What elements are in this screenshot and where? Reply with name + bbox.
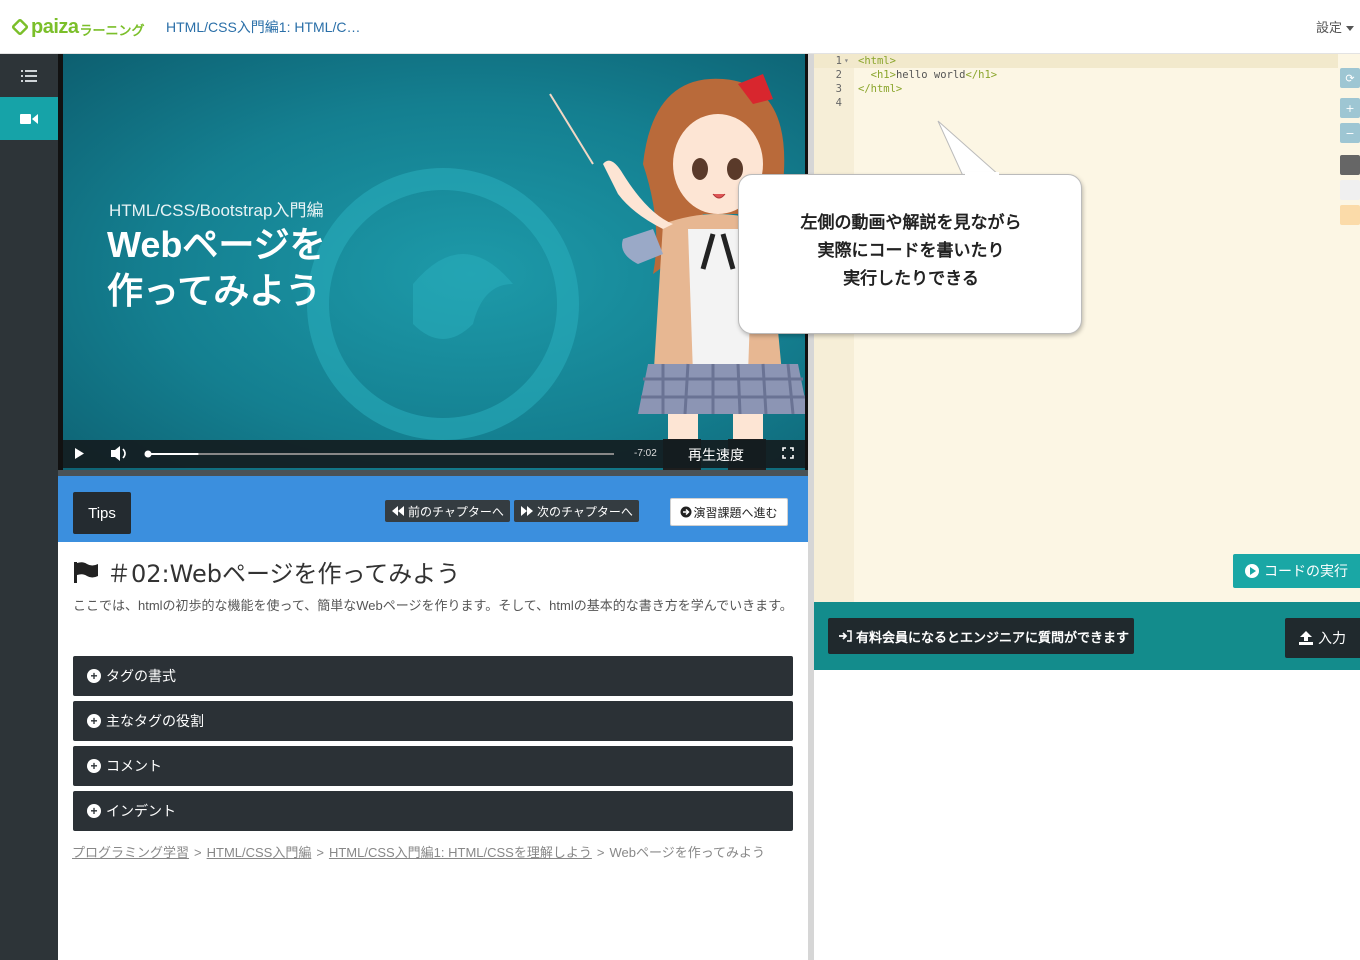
course-title-link[interactable]: HTML/CSS入門編1: HTML/C… (166, 17, 360, 37)
code-content[interactable]: <html> <h1>hello world</h1> </html> (858, 54, 997, 96)
breadcrumb-current: Webページを作ってみよう (609, 845, 766, 860)
line-number: 4 (835, 97, 842, 109)
tips-bar: Tips 前のチャプターへ 次のチャプターへ 演習課題へ進む (58, 476, 808, 542)
accordion-tag-syntax[interactable]: + タグの書式 (73, 656, 793, 696)
time-remaining: -7:02 (634, 448, 657, 459)
play-circle-icon (1245, 564, 1259, 578)
accordion-main-tags[interactable]: + 主なタグの役割 (73, 701, 793, 741)
plus-circle-icon: + (87, 714, 101, 728)
output-area (814, 670, 1360, 960)
light-theme-swatch[interactable] (1340, 180, 1360, 200)
accordion-label: タグの書式 (106, 668, 176, 684)
breadcrumb-separator: > (596, 845, 605, 860)
lesson-content: ＃02:Webページを作ってみよう ここでは、htmlの初歩的な機能を使って、簡… (58, 542, 808, 960)
callout-bubble: 左側の動画や解説を見ながら 実際にコードを書いたり 実行したりできる (738, 174, 1082, 334)
progress-fill (147, 453, 199, 455)
breadcrumb-separator: > (194, 845, 202, 860)
top-header: paiza ラーニング HTML/CSS入門編1: HTML/C… 設定 (0, 0, 1360, 54)
accordion-label: 主なタグの役割 (106, 713, 204, 729)
accordion-comment[interactable]: + コメント (73, 746, 793, 786)
volume-icon[interactable] (111, 446, 126, 461)
callout-pointer-join (965, 172, 999, 176)
paiza-logo[interactable]: paiza ラーニング (10, 14, 145, 40)
upload-icon (1299, 631, 1313, 645)
run-code-button[interactable]: コードの実行 (1233, 554, 1360, 588)
ask-engineer-label: 有料会員になるとエンジニアに質問ができます (856, 629, 1130, 645)
run-code-label: コードの実行 (1264, 563, 1348, 579)
rail-item-list[interactable] (0, 54, 58, 97)
plus-circle-icon: + (87, 669, 101, 683)
callout-pointer (937, 120, 1002, 177)
input-label: 入力 (1318, 630, 1346, 646)
logo-subtext: ラーニング (79, 22, 145, 38)
exercise-label: 演習課題へ進む (693, 505, 778, 520)
tips-button[interactable]: Tips (73, 492, 131, 534)
progress-handle[interactable] (144, 450, 152, 458)
next-chapter-button[interactable]: 次のチャプターへ (514, 500, 639, 522)
rail-item-video[interactable] (0, 97, 58, 140)
settings-label: 設定 (1315, 20, 1342, 35)
video-frame: HTML/CSS/Bootstrap入門編 Webページを 作ってみよう (63, 54, 805, 494)
lesson-title-text: ＃02:Webページを作ってみよう (107, 560, 461, 588)
line-number: 3 (835, 83, 842, 95)
arrow-circle-right-icon (680, 506, 692, 518)
accordion-indent[interactable]: + インデント (73, 791, 793, 831)
playback-speed-button[interactable]: 再生速度 (688, 445, 744, 465)
fullscreen-icon[interactable] (782, 447, 794, 459)
left-rail (0, 54, 58, 960)
breadcrumb-separator: > (316, 845, 324, 860)
flag-icon (74, 561, 98, 583)
prev-chapter-label: 前のチャプターへ (408, 504, 504, 519)
prev-chapter-button[interactable]: 前のチャプターへ (385, 500, 510, 522)
editor-side-tools: ⟳ + − (1338, 68, 1360, 230)
fold-caret-icon[interactable]: ▾ (844, 54, 849, 68)
chevron-down-icon (1346, 26, 1354, 32)
zoom-out-icon[interactable]: − (1340, 123, 1360, 143)
exercise-button[interactable]: 演習課題へ進む (670, 498, 788, 526)
video-main-title: Webページを 作ってみよう (107, 224, 326, 311)
accordion-label: インデント (106, 803, 176, 819)
backward-icon (392, 506, 404, 516)
callout-text: 左側の動画や解説を見ながら 実際にコードを書いたり 実行したりできる (800, 213, 1022, 288)
forward-icon (521, 506, 533, 516)
refresh-icon[interactable]: ⟳ (1340, 68, 1360, 88)
input-button[interactable]: 入力 (1285, 618, 1360, 658)
next-chapter-label: 次のチャプターへ (537, 504, 633, 519)
video-controls: -7:02 再生速度 (63, 440, 805, 468)
breadcrumb-link[interactable]: プログラミング学習 (72, 845, 189, 860)
breadcrumb: プログラミング学習 > HTML/CSS入門編 > HTML/CSS入門編1: HTML… (72, 842, 765, 861)
list-icon (21, 69, 37, 82)
settings-menu[interactable]: 設定 (1316, 17, 1354, 36)
line-number: 1 (835, 55, 842, 67)
logo-text: paiza (31, 15, 79, 38)
lesson-title: ＃02:Webページを作ってみよう (73, 554, 460, 589)
zoom-in-icon[interactable]: + (1340, 98, 1360, 118)
beige-theme-swatch[interactable] (1340, 205, 1360, 225)
ask-engineer-button[interactable]: 有料会員になるとエンジニアに質問ができます (828, 618, 1134, 654)
accordion-label: コメント (106, 758, 162, 774)
console-toolbar: 有料会員になるとエンジニアに質問ができます 入力 (814, 602, 1360, 670)
progress-track[interactable] (147, 453, 614, 455)
breadcrumb-link[interactable]: HTML/CSS入門編 (207, 845, 312, 860)
video-player[interactable]: HTML/CSS/Bootstrap入門編 Webページを 作ってみよう (58, 54, 808, 494)
video-camera-icon (20, 113, 38, 124)
line-number: 2 (835, 69, 842, 81)
breadcrumb-link[interactable]: HTML/CSS入門編1: HTML/CSSを理解しよう (329, 845, 592, 860)
sign-in-icon (839, 630, 852, 642)
lesson-description: ここでは、htmlの初歩的な機能を使って、簡単なWebページを作ります。そして、… (73, 598, 793, 613)
video-subtitle: HTML/CSS/Bootstrap入門編 (109, 201, 324, 220)
dark-theme-swatch[interactable] (1340, 155, 1360, 175)
play-icon[interactable] (75, 448, 84, 459)
plus-circle-icon: + (87, 804, 101, 818)
logo-mark-icon (10, 17, 30, 37)
plus-circle-icon: + (87, 759, 101, 773)
